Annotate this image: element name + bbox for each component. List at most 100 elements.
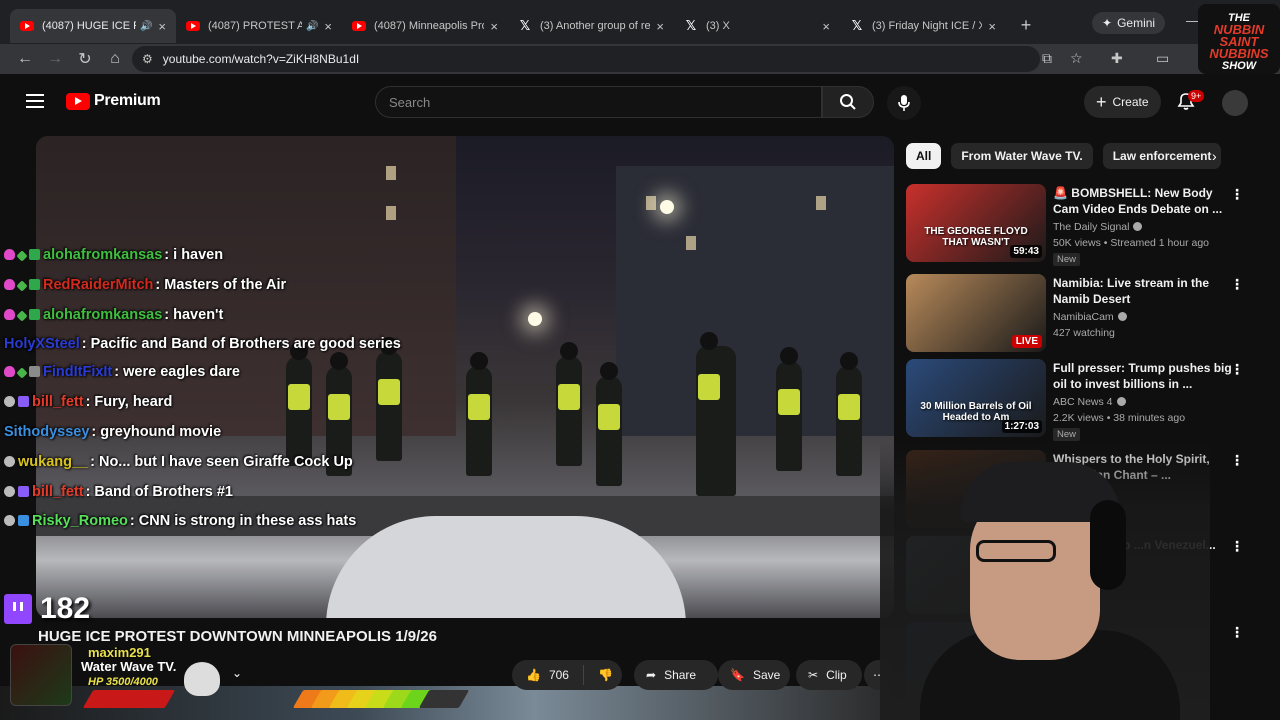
chevron-right-icon[interactable]: ›	[1212, 148, 1217, 164]
browser-tab[interactable]: (4087) PROTEST AT I 🔊 ×	[176, 9, 342, 43]
filter-chip[interactable]: All	[906, 143, 942, 169]
chat-text: : Pacific and Band of Brothers are good …	[81, 336, 401, 352]
browser-tab[interactable]: (4087) Minneapolis Prot ×	[342, 9, 508, 43]
close-tab-icon[interactable]: ×	[158, 19, 166, 34]
chat-badge-dot-icon	[4, 396, 15, 407]
dislike-button[interactable]: 👎	[584, 668, 613, 682]
stream-chat-overlay: alohafromkansas: i haven RedRaiderMitch: …	[4, 240, 404, 534]
reload-icon[interactable]: ↻	[70, 49, 100, 69]
recommended-meta: 2.2K views • 38 minutes ago	[1053, 412, 1186, 424]
side-panel-icon[interactable]: ▭	[1156, 50, 1169, 67]
chevron-down-icon[interactable]: ⌄	[232, 666, 242, 680]
extensions-icon[interactable]: ✚	[1111, 50, 1123, 67]
recommended-channel[interactable]: The Daily Signal	[1053, 221, 1143, 233]
youtube-play-icon	[66, 92, 90, 110]
video-thumbnail[interactable]: LIVE	[906, 274, 1046, 352]
save-button[interactable]: 🔖 Save	[718, 660, 790, 690]
forward-arrow-icon[interactable]: →	[40, 50, 70, 68]
voice-search-button[interactable]	[887, 86, 921, 120]
recommended-channel[interactable]: NamibiaCam	[1053, 311, 1127, 323]
verified-check-icon	[1116, 397, 1126, 406]
chat-username: Risky_Romeo	[32, 513, 128, 529]
speaker-icon[interactable]: 🔊	[140, 21, 152, 32]
gemini-button[interactable]: ✦ Gemini	[1092, 12, 1166, 34]
back-arrow-icon[interactable]: ←	[10, 50, 40, 68]
home-icon[interactable]: ⌂	[100, 50, 130, 68]
recommended-meta: 50K views • Streamed 1 hour ago	[1053, 237, 1210, 249]
menu-icon[interactable]	[26, 94, 44, 108]
video-thumbnail[interactable]: THE GEORGE FLOYD THAT WASN'T 59:43	[906, 184, 1046, 262]
chat-username: RedRaiderMitch	[43, 277, 154, 293]
bookmark-star-icon[interactable]: ☆	[1070, 50, 1083, 67]
video-scene-window	[386, 166, 396, 180]
verified-check-icon	[1117, 312, 1127, 321]
more-vert-icon[interactable]: ⋮	[1230, 538, 1244, 555]
video-scene-officer	[836, 352, 862, 476]
account-avatar[interactable]	[1222, 90, 1248, 116]
recommended-video[interactable]: 30 Million Barrels of Oil Headed to Am 1:…	[906, 359, 1266, 441]
thumbs-up-icon: 👍	[526, 668, 541, 682]
chat-message: Risky_Romeo: CNN is strong in these ass …	[4, 507, 404, 534]
screen: (4087) HUGE ICE PR 🔊 × (4087) PROTEST AT I 🔊…	[0, 0, 1280, 720]
recommended-channel-name: NamibiaCam	[1053, 311, 1114, 323]
browser-tab[interactable]: 𝕏 (3) X ×	[674, 9, 840, 43]
search-input[interactable]: Search	[375, 86, 822, 118]
live-badge: LIVE	[1011, 335, 1042, 348]
chat-badge-dot-icon	[4, 486, 15, 497]
video-title: HUGE ICE PROTEST DOWNTOWN MINNEAPOLIS 1/…	[38, 628, 437, 645]
browser-tab[interactable]: (4087) HUGE ICE PR 🔊 ×	[10, 9, 176, 43]
x-favicon-icon: 𝕏	[519, 18, 531, 33]
x-favicon-icon: 𝕏	[851, 18, 863, 33]
clip-label: Clip	[826, 668, 847, 682]
search-button[interactable]	[822, 86, 874, 118]
new-tab-button[interactable]: +	[1014, 15, 1038, 36]
filter-chip[interactable]: Law enforcement	[1102, 143, 1222, 169]
recommended-video[interactable]: THE GEORGE FLOYD THAT WASN'T 59:43 🚨 BOMBS…	[906, 184, 1266, 266]
video-duration: 59:43	[1010, 245, 1042, 258]
channel-name[interactable]: Water Wave TV.	[81, 659, 176, 674]
filter-chip[interactable]: From Water Wave TV.	[951, 143, 1093, 169]
close-tab-icon[interactable]: ×	[656, 19, 664, 34]
like-button[interactable]: 👍 706	[512, 665, 584, 685]
chat-badge-tw-icon	[18, 486, 29, 497]
create-button[interactable]: + Create	[1084, 86, 1161, 118]
recommended-channel[interactable]: ABC News 4	[1053, 396, 1126, 408]
tab-title: (4087) PROTEST AT I	[208, 20, 302, 32]
close-tab-icon[interactable]: ×	[490, 19, 498, 34]
more-vert-icon[interactable]: ⋮	[1230, 186, 1244, 203]
tab-list: (4087) HUGE ICE PR 🔊 × (4087) PROTEST AT I 🔊…	[10, 1, 1006, 43]
clip-button[interactable]: ✂ Clip	[796, 660, 862, 690]
channel-avatar[interactable]	[10, 644, 72, 706]
recommended-title[interactable]: 🚨 BOMBSHELL: New Body Cam Video Ends Deb…	[1053, 185, 1233, 217]
recommended-title[interactable]: Namibia: Live stream in the Namib Desert	[1053, 275, 1233, 307]
video-scene-officer	[776, 347, 802, 471]
video-duration: 1:27:03	[1001, 420, 1042, 433]
chat-badge-heart-icon	[4, 309, 15, 320]
close-tab-icon[interactable]: ×	[324, 19, 332, 34]
chat-username: alohafromkansas	[43, 307, 163, 323]
more-vert-icon[interactable]: ⋮	[1230, 361, 1244, 378]
browser-tab[interactable]: 𝕏 (3) Friday Night ICE / X ×	[840, 9, 1006, 43]
recommended-title[interactable]: Full presser: Trump pushes big oil to in…	[1053, 360, 1233, 392]
chat-text: : were eagles dare	[114, 364, 241, 380]
search-icon	[840, 94, 856, 110]
youtube-logo[interactable]: Premium	[66, 92, 161, 110]
show-logo: THE NUBBIN SAINT NUBBINS SHOW	[1198, 4, 1280, 74]
share-button[interactable]: ➦ Share	[634, 660, 718, 690]
chat-message: alohafromkansas: haven't	[4, 300, 404, 330]
address-bar[interactable]: ⚙ youtube.com/watch?v=ZiKH8NBu1dI	[132, 46, 1040, 72]
speaker-icon[interactable]: 🔊	[306, 21, 318, 32]
more-vert-icon[interactable]: ⋮	[1230, 452, 1244, 469]
more-vert-icon[interactable]: ⋮	[1230, 276, 1244, 293]
chat-badge-blue-icon	[18, 515, 29, 526]
recommended-video[interactable]: LIVE Namibia: Live stream in the Namib De…	[906, 274, 1266, 356]
browser-tab[interactable]: 𝕏 (3) Another group of ret ×	[508, 9, 674, 43]
close-tab-icon[interactable]: ×	[822, 19, 830, 34]
install-app-icon[interactable]: ⧉	[1042, 50, 1052, 67]
close-tab-icon[interactable]: ×	[988, 19, 996, 34]
video-thumbnail[interactable]: 30 Million Barrels of Oil Headed to Am 1:…	[906, 359, 1046, 437]
share-icon: ➦	[646, 668, 657, 682]
site-info-icon[interactable]: ⚙	[142, 52, 153, 66]
recommended-channel-name: The Daily Signal	[1053, 221, 1130, 233]
more-vert-icon[interactable]: ⋮	[1230, 624, 1244, 641]
